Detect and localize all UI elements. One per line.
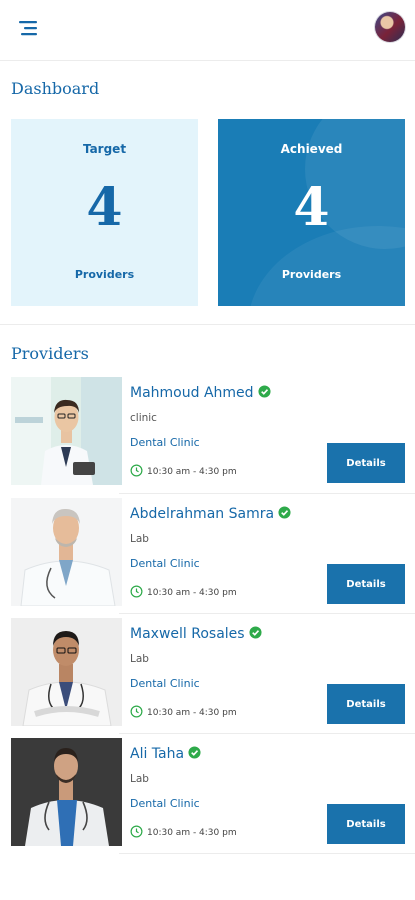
verified-icon [249,626,262,639]
row-divider [119,493,415,494]
provider-hours: 10:30 am - 4:30 pm [130,585,237,598]
provider-type: Lab [130,773,149,785]
provider-name: Maxwell Rosales [130,626,262,642]
provider-clinic: Dental Clinic [130,677,200,690]
provider-photo [11,738,122,846]
clock-icon [130,705,143,718]
details-button[interactable]: Details [327,804,405,844]
row-divider [119,853,415,854]
achieved-unit: Providers [281,268,342,281]
provider-name: Ali Taha [130,746,201,762]
provider-hours: 10:30 am - 4:30 pm [130,705,237,718]
provider-name-text: Mahmoud Ahmed [130,385,254,401]
clock-icon [130,585,143,598]
details-button[interactable]: Details [327,443,405,483]
achieved-value: 4 [293,177,330,238]
provider-hours: 10:30 am - 4:30 pm [130,825,237,838]
verified-icon [258,385,271,398]
provider-name: Mahmoud Ahmed [130,385,271,401]
provider-name-text: Abdelrahman Samra [130,506,275,522]
verified-icon [278,506,291,519]
decorative-circle [248,226,405,306]
provider-hours-text: 10:30 am - 4:30 pm [147,828,237,838]
provider-clinic: Dental Clinic [130,797,200,810]
dashboard-title: Dashboard [11,79,100,98]
provider-photo [11,498,122,606]
verified-icon [188,746,201,759]
provider-type: Lab [130,533,149,545]
provider-clinic: Dental Clinic [130,557,200,570]
details-button[interactable]: Details [327,684,405,724]
section-divider [0,324,415,325]
row-divider [119,613,415,614]
provider-row[interactable]: Maxwell Rosales Lab Dental Clinic 10:30 … [11,618,405,730]
target-label: Target [82,142,127,156]
provider-photo [11,618,122,726]
provider-name-text: Ali Taha [130,746,185,762]
provider-hours-text: 10:30 am - 4:30 pm [147,467,237,477]
provider-hours-text: 10:30 am - 4:30 pm [147,708,237,718]
target-card: Target 4 Providers [11,119,198,306]
menu-icon[interactable] [18,19,40,37]
target-unit: Providers [74,268,135,281]
provider-row[interactable]: Ali Taha Lab Dental Clinic 10:30 am - 4:… [11,738,405,850]
provider-clinic: Dental Clinic [130,436,200,449]
row-divider [119,733,415,734]
provider-row[interactable]: Abdelrahman Samra Lab Dental Clinic 10:3… [11,498,405,610]
provider-type: Lab [130,653,149,665]
provider-hours-text: 10:30 am - 4:30 pm [147,588,237,598]
clock-icon [130,464,143,477]
clock-icon [130,825,143,838]
providers-title: Providers [11,344,89,363]
achieved-label: Achieved [280,142,343,156]
target-value: 4 [86,177,123,238]
provider-photo [11,377,122,485]
top-bar [0,0,415,61]
achieved-card: Achieved 4 Providers [218,119,405,306]
provider-name-text: Maxwell Rosales [130,626,245,642]
user-avatar[interactable] [375,12,405,42]
provider-hours: 10:30 am - 4:30 pm [130,464,237,477]
provider-type: clinic [130,412,157,424]
provider-row[interactable]: Mahmoud Ahmed clinic Dental Clinic 10:30… [11,377,405,489]
details-button[interactable]: Details [327,564,405,604]
provider-name: Abdelrahman Samra [130,506,291,522]
